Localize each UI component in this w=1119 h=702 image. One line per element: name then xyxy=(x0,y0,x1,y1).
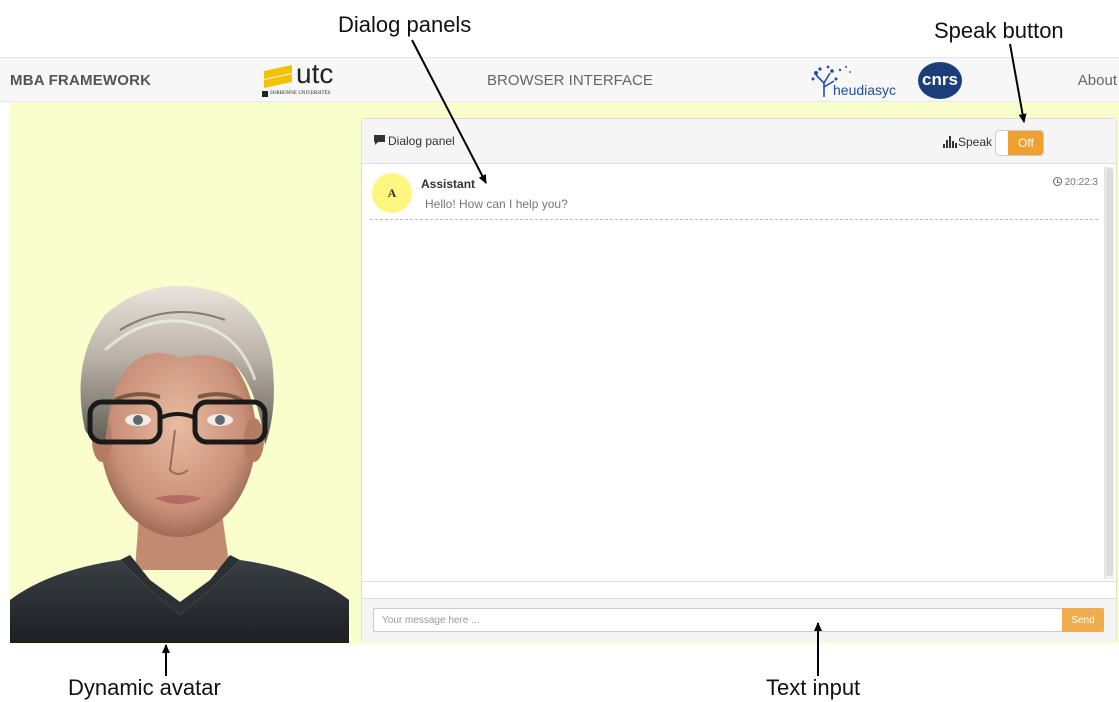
dynamic-avatar xyxy=(10,285,349,643)
speak-button-callout: Speak button xyxy=(934,18,1064,43)
dialog-panel-title: Dialog panel xyxy=(388,134,455,148)
navbar: MBA FRAMEWORK utc SORBONNE UNIVERSITÉS B… xyxy=(0,57,1119,102)
message-sender: Assistant xyxy=(421,177,476,191)
message-time: 20:22:3 xyxy=(1064,177,1098,188)
about-link[interactable]: About xyxy=(1078,72,1117,89)
dynamic-avatar-callout: Dynamic avatar xyxy=(68,675,221,700)
speak-label: Speak xyxy=(958,135,993,149)
comment-icon xyxy=(374,135,385,145)
equalizer-icon xyxy=(943,136,957,148)
speak-toggle-state[interactable]: Off xyxy=(1008,131,1043,155)
dialog-panel-header: Dialog panel Speak Off xyxy=(362,119,1116,164)
message-avatar: A xyxy=(372,173,412,213)
message-text: Hello! How can I help you? xyxy=(425,197,568,211)
brand-title[interactable]: MBA FRAMEWORK xyxy=(10,72,151,89)
clock-icon xyxy=(1052,177,1062,186)
chat-scroll-thumb[interactable] xyxy=(1106,168,1113,576)
message-timestamp: 20:22:3 xyxy=(1052,177,1098,188)
heudiasyc-logo: heudiasyc xyxy=(810,61,905,101)
input-bar: Send xyxy=(362,598,1116,642)
text-input-callout: Text input xyxy=(766,675,861,700)
dialog-panel: Dialog panel Speak Off A Assistant Hello… xyxy=(361,118,1117,642)
cnrs-logo: cnrs xyxy=(918,62,962,99)
message-input[interactable] xyxy=(373,608,1063,632)
page-title: BROWSER INTERFACE xyxy=(487,72,653,89)
chat-scrollbar[interactable] xyxy=(1104,167,1114,579)
send-button[interactable]: Send xyxy=(1062,608,1104,632)
speak-toggle-button[interactable]: Off xyxy=(995,130,1044,156)
utc-logo: utc SORBONNE UNIVERSITÉS xyxy=(262,58,348,101)
chat-history[interactable]: A Assistant Hello! How can I help you? 2… xyxy=(362,165,1116,582)
dialog-panels-callout: Dialog panels xyxy=(338,12,472,37)
chat-message: A Assistant Hello! How can I help you? 2… xyxy=(370,173,1098,220)
